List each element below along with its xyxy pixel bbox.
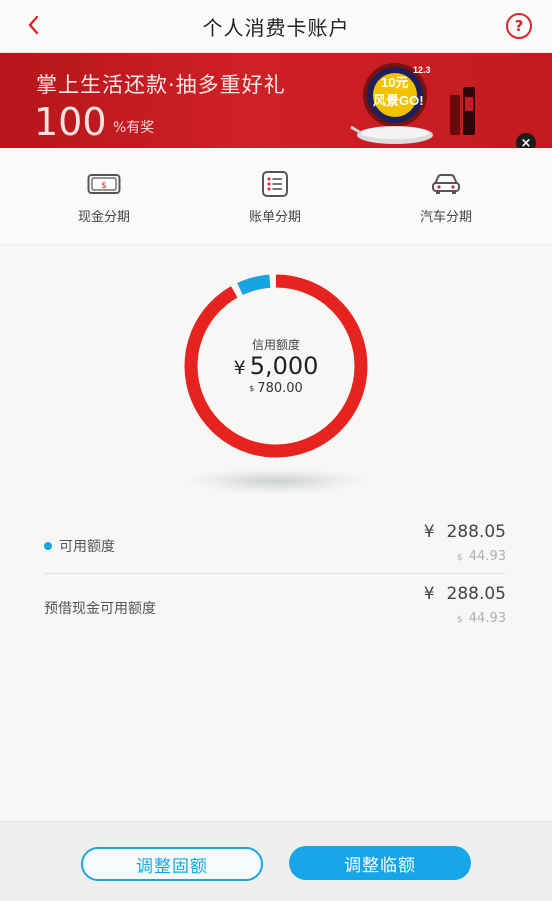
credit-summary: 信用额度 ¥5,000 $780.00 [176, 266, 376, 466]
currency-symbol: ¥ [233, 357, 246, 379]
top-nav-bar: 个人消费卡账户 ? [0, 0, 552, 53]
credit-limit-amount: ¥5,000 [176, 352, 376, 380]
banner-suffix: %有奖 [113, 120, 155, 136]
promo-date: 12.3 [413, 65, 431, 75]
cash-advance-credit-label: 预借现金可用额度 [44, 601, 156, 617]
adjust-fixed-limit-button[interactable]: 调整固额 [81, 847, 263, 881]
available-credit-amount: ¥288.05 [424, 522, 506, 542]
cash-advance-credit-row: 预借现金可用额度 ¥288.05 $44.93 [44, 582, 506, 632]
menu-item-label: 汽车分期 [419, 210, 472, 225]
question-icon: ? [514, 17, 524, 35]
adjust-temp-limit-button[interactable]: 调整临额 [289, 846, 471, 880]
close-banner-button[interactable]: × [516, 133, 536, 148]
cash-advance-credit-amount: ¥288.05 [424, 584, 506, 604]
available-dot-icon [44, 542, 52, 550]
menu-item-bill-installment[interactable]: 账单分期 [205, 168, 345, 225]
menu-item-cash-installment[interactable]: $ 现金分期 [34, 168, 174, 225]
promo-artwork: 10元 风景GO! 12.3 [350, 63, 475, 144]
usd-symbol: $ [249, 384, 255, 393]
available-credit-usd: $44.93 [457, 549, 506, 564]
cash-advance-credit-value: 288.05 [446, 584, 506, 604]
ring-shadow [186, 468, 366, 494]
menu-item-label: 账单分期 [248, 210, 301, 225]
credit-limit-usd: $780.00 [176, 381, 376, 396]
car-icon [432, 174, 460, 194]
cash-card-icon: $ [87, 174, 121, 194]
usd-symbol: $ [457, 553, 463, 563]
credit-limit-value: 5,000 [249, 352, 319, 380]
available-credit-value: 288.05 [446, 522, 506, 542]
promo-banner[interactable]: 掌上生活还款·抽多重好礼 100 %有奖 10元 风景GO! 12.3 × [0, 53, 552, 148]
available-credit-label: 可用额度 [44, 536, 115, 556]
svg-text:$: $ [101, 181, 107, 191]
credit-limit-label: 信用额度 [251, 338, 300, 352]
cash-advance-credit-usd-value: 44.93 [468, 611, 506, 626]
row-divider [44, 573, 506, 574]
cash-advance-credit-usd: $44.93 [457, 611, 506, 626]
available-credit-row: 可用额度 ¥288.05 $44.93 [44, 520, 506, 570]
banner-big-number: 100 [34, 100, 107, 144]
currency-symbol: ¥ [423, 522, 435, 542]
page-title: 个人消费卡账户 [202, 16, 350, 40]
help-button[interactable]: ? [506, 13, 532, 39]
menu-item-label: 现金分期 [77, 210, 130, 225]
installment-menu: $ 现金分期 账单分期 汽车分期 [0, 148, 552, 245]
promo-line1: 10元 [381, 75, 408, 90]
banner-title: 掌上生活还款·抽多重好礼 [36, 73, 286, 97]
promo-line2: 风景GO! [373, 93, 424, 108]
usd-symbol: $ [457, 615, 463, 625]
currency-symbol: ¥ [423, 584, 435, 604]
available-credit-usd-value: 44.93 [468, 549, 506, 564]
credit-limit-usd-value: 780.00 [257, 381, 303, 396]
bottom-action-bar: 调整固额 调整临额 [0, 821, 552, 901]
close-icon: × [520, 135, 532, 149]
available-credit-text: 可用额度 [59, 539, 115, 555]
bill-list-icon [262, 171, 288, 197]
menu-item-car-installment[interactable]: 汽车分期 [376, 168, 516, 225]
